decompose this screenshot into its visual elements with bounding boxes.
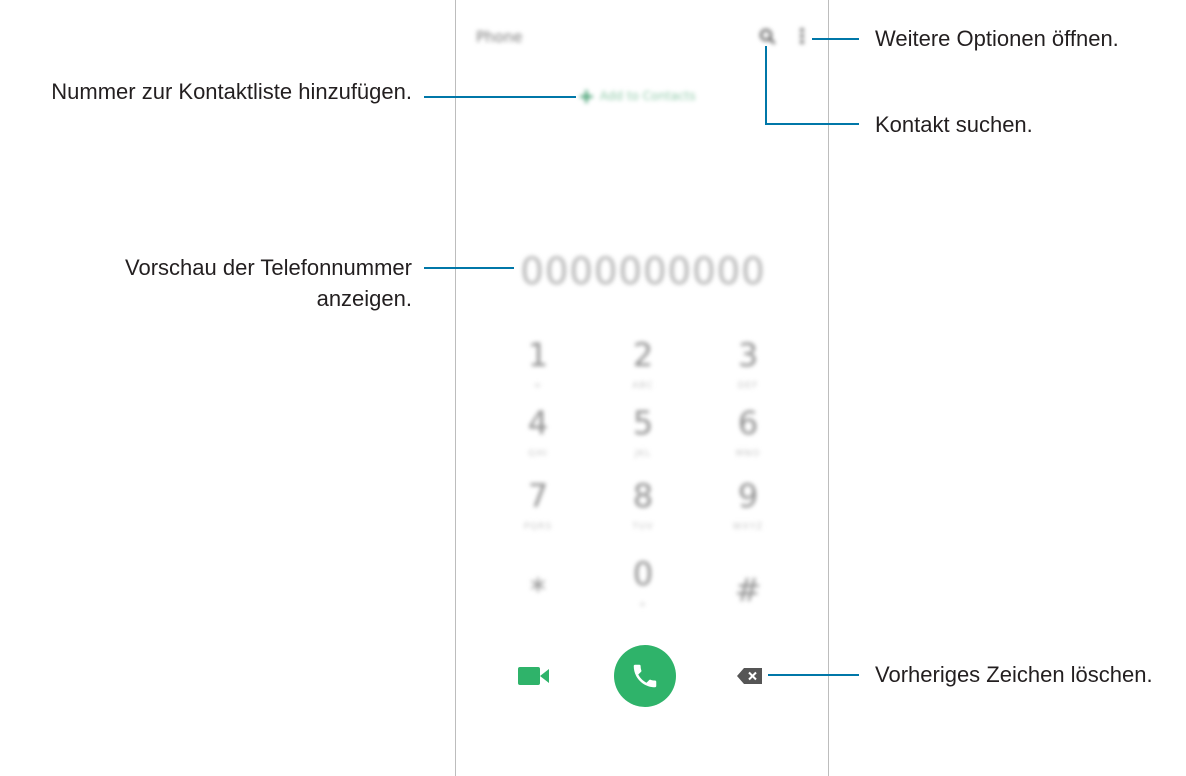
phone-screen: Phone + Add to Contacts 0000000000 1 ∞ 2A… [455,0,829,776]
callout-line-add-contact [424,96,576,98]
call-button[interactable] [614,645,676,707]
key-digit: * [530,571,546,609]
key-digit: 5 [632,404,654,442]
key-digit: 7 [527,477,549,515]
more-options-icon[interactable] [797,26,807,46]
key-digit: 9 [737,477,759,515]
callout-add-contact: Nummer zur Kontaktliste hinzufügen. [51,79,412,104]
key-3[interactable]: 3 DEF [708,337,788,393]
key-8[interactable]: 8 TUV [603,478,683,534]
key-1[interactable]: 1 ∞ [498,337,578,393]
key-9[interactable]: 9 WXYZ [708,478,788,534]
key-digit: 1 [527,336,549,374]
key-digit: 8 [632,477,654,515]
number-preview: 0000000000 [520,250,766,293]
callout-number-preview-line2: anzeigen. [316,286,412,311]
callout-line-search [765,123,859,125]
key-digit: # [734,571,762,609]
key-5[interactable]: 5 JKL [603,405,683,461]
key-letters: GHI [528,449,548,459]
add-to-contacts-button[interactable]: + Add to Contacts [578,86,696,106]
key-2[interactable]: 2 ABC [603,337,683,393]
key-letters: MNO [735,449,761,459]
callout-line-number-preview [424,267,514,269]
callout-line-more-options [812,38,859,40]
key-4[interactable]: 4 GHI [498,405,578,461]
add-to-contacts-label: Add to Contacts [599,89,696,103]
key-digit: 4 [527,404,549,442]
video-call-icon[interactable] [516,665,552,687]
key-letters: ∞ [533,381,543,391]
phone-call-icon [633,664,657,688]
key-digit: 6 [737,404,759,442]
key-letters: TUV [632,522,654,532]
key-letters: ABC [632,381,654,391]
key-letters: WXYZ [732,522,764,532]
key-letters [708,616,788,628]
callout-backspace: Vorheriges Zeichen löschen. [875,662,1153,687]
key-6[interactable]: 6 MNO [708,405,788,461]
search-icon[interactable] [758,27,778,47]
key-letters: DEF [737,381,759,391]
key-letters [498,616,578,628]
key-digit: 2 [632,336,654,374]
key-letters: JKL [634,449,652,459]
callout-line-search-vertical [765,46,767,125]
callout-number-preview-line1: Vorschau der Telefonnummer [125,255,412,280]
app-title: Phone [476,28,523,46]
key-digit: 0 [632,555,654,593]
callout-more-options: Weitere Optionen öffnen. [875,26,1119,51]
plus-icon: + [578,84,595,108]
key-0[interactable]: 0 + [603,556,683,612]
key-letters: PQRS [523,522,553,532]
key-star[interactable]: * [498,572,578,628]
callout-line-backspace [768,674,859,676]
callout-search: Kontakt suchen. [875,112,1033,137]
key-letters: + [638,600,648,610]
backspace-icon[interactable] [736,666,764,686]
key-digit: 3 [737,336,759,374]
key-7[interactable]: 7 PQRS [498,478,578,534]
key-hash[interactable]: # [708,572,788,628]
